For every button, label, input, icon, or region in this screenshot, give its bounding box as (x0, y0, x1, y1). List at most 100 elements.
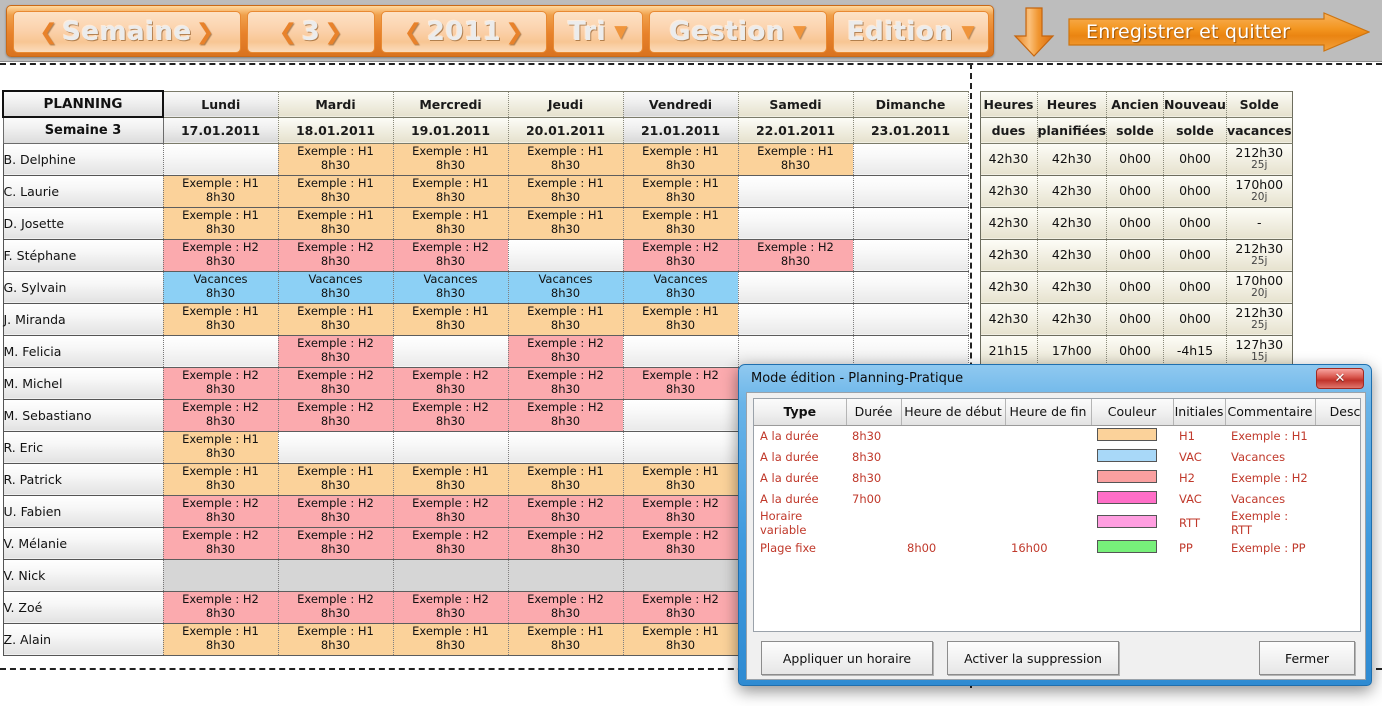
schedule-cell[interactable]: Exemple : H2 8h30 (738, 238, 854, 272)
schedule-cell[interactable]: Exemple : H1 8h30 (163, 206, 279, 240)
employee-name-cell[interactable]: V. Nick (2, 558, 164, 592)
employee-name-cell[interactable]: Z. Alain (2, 622, 164, 656)
schedule-cell[interactable]: Exemple : H1 8h30 (623, 462, 739, 496)
list-item[interactable]: Horaire variable RTT Exemple : RTT (754, 509, 1360, 537)
schedule-cell[interactable] (163, 142, 279, 176)
col-header-heure-fin[interactable]: Heure de fin (1005, 399, 1092, 426)
employee-name-cell[interactable]: V. Zoé (2, 590, 164, 624)
employee-name-cell[interactable]: B. Delphine (2, 142, 164, 176)
schedule-cell[interactable]: Exemple : H1 8h30 (163, 462, 279, 496)
schedule-cell[interactable]: Exemple : H2 8h30 (508, 334, 624, 368)
edit-mode-dialog[interactable]: Mode édition - Planning-Pratique ✕ Type … (738, 364, 1372, 686)
schedule-cell[interactable]: Exemple : H2 8h30 (508, 366, 624, 400)
schedule-cell[interactable] (738, 206, 854, 240)
prev-week-number-icon[interactable]: ❮ (279, 20, 298, 45)
schedule-cell[interactable]: Exemple : H2 8h30 (278, 590, 394, 624)
schedule-cell[interactable] (508, 558, 624, 592)
schedule-cell[interactable] (623, 334, 739, 368)
next-week-number-icon[interactable]: ❯ (324, 20, 343, 45)
schedule-cell[interactable] (623, 430, 739, 464)
employee-name-cell[interactable]: D. Josette (2, 206, 164, 240)
employee-name-cell[interactable]: F. Stéphane (2, 238, 164, 272)
schedule-cell[interactable]: Exemple : H1 8h30 (393, 206, 509, 240)
schedule-cell[interactable]: Exemple : H2 8h30 (623, 238, 739, 272)
schedule-cell[interactable]: Exemple : H1 8h30 (738, 142, 854, 176)
employee-name-cell[interactable]: C. Laurie (2, 174, 164, 208)
schedule-cell[interactable]: Vacances 8h30 (508, 270, 624, 304)
schedule-cell[interactable] (853, 174, 969, 208)
schedule-cell[interactable]: Exemple : H2 8h30 (508, 494, 624, 528)
schedule-cell[interactable] (163, 558, 279, 592)
schedule-cell[interactable] (738, 334, 854, 368)
next-year-icon[interactable]: ❯ (505, 20, 524, 45)
list-item[interactable]: A la durée 7h00 VAC Vacances (754, 488, 1360, 509)
schedule-cell[interactable]: Exemple : H2 8h30 (393, 590, 509, 624)
apply-schedule-button[interactable]: Appliquer un horaire (761, 641, 933, 675)
color-swatch[interactable] (1097, 469, 1157, 483)
schedule-cell[interactable]: Exemple : H2 8h30 (278, 334, 394, 368)
save-and-quit-button[interactable] (1068, 12, 1370, 52)
schedule-cell[interactable]: Exemple : H2 8h30 (393, 526, 509, 560)
schedule-cell[interactable] (393, 334, 509, 368)
schedule-cell[interactable]: Exemple : H2 8h30 (508, 398, 624, 432)
schedule-cell[interactable]: Exemple : H2 8h30 (163, 494, 279, 528)
schedule-cell[interactable]: Exemple : H1 8h30 (393, 302, 509, 336)
col-header-description[interactable]: Description (1315, 399, 1360, 426)
week-number-stepper[interactable]: ❮ 3 ❯ (247, 11, 375, 53)
schedule-type-list[interactable]: Type Durée Heure de début Heure de fin C… (753, 398, 1361, 632)
schedule-cell[interactable]: Exemple : H1 8h30 (623, 174, 739, 208)
color-swatch[interactable] (1097, 427, 1157, 441)
schedule-cell[interactable]: Exemple : H1 8h30 (278, 174, 394, 208)
schedule-cell[interactable]: Exemple : H1 8h30 (393, 462, 509, 496)
color-swatch-cell[interactable] (1091, 446, 1173, 467)
schedule-cell[interactable] (853, 270, 969, 304)
schedule-cell[interactable]: Exemple : H1 8h30 (163, 430, 279, 464)
color-swatch[interactable] (1097, 515, 1157, 528)
schedule-cell[interactable]: Exemple : H1 8h30 (623, 302, 739, 336)
year-stepper[interactable]: ❮ 2011 ❯ (381, 11, 547, 53)
schedule-cell[interactable] (738, 302, 854, 336)
list-item[interactable]: A la durée 8h30 H2 Exemple : H2 (754, 467, 1360, 488)
schedule-cell[interactable]: Vacances 8h30 (163, 270, 279, 304)
schedule-cell[interactable]: Exemple : H1 8h30 (508, 302, 624, 336)
color-swatch-cell[interactable] (1091, 488, 1173, 509)
schedule-cell[interactable]: Vacances 8h30 (623, 270, 739, 304)
employee-name-cell[interactable]: M. Michel (2, 366, 164, 400)
schedule-cell[interactable]: Exemple : H2 8h30 (623, 590, 739, 624)
close-icon[interactable]: ✕ (1316, 368, 1364, 389)
col-header-duree[interactable]: Durée (846, 399, 902, 426)
schedule-cell[interactable] (738, 174, 854, 208)
schedule-cell[interactable] (853, 302, 969, 336)
schedule-cell[interactable]: Exemple : H2 8h30 (163, 398, 279, 432)
schedule-cell[interactable]: Vacances 8h30 (393, 270, 509, 304)
list-item[interactable]: A la durée 8h30 VAC Vacances (754, 446, 1360, 467)
list-item[interactable]: Plage fixe 8h00 16h00 PP Exemple : PP (754, 537, 1360, 558)
schedule-cell[interactable]: Exemple : H1 8h30 (508, 206, 624, 240)
schedule-cell[interactable] (393, 558, 509, 592)
prev-week-icon[interactable]: ❮ (39, 20, 58, 45)
schedule-cell[interactable] (393, 430, 509, 464)
employee-name-cell[interactable]: R. Eric (2, 430, 164, 464)
schedule-cell[interactable] (163, 334, 279, 368)
close-dialog-button[interactable]: Fermer (1259, 641, 1355, 675)
manage-menu-button[interactable]: Gestion ▼ (649, 11, 827, 53)
schedule-cell[interactable]: Exemple : H2 8h30 (163, 590, 279, 624)
col-header-couleur[interactable]: Couleur (1091, 399, 1174, 426)
schedule-cell[interactable] (853, 142, 969, 176)
col-header-type[interactable]: Type (754, 399, 847, 426)
schedule-cell[interactable]: Exemple : H1 8h30 (508, 174, 624, 208)
color-swatch[interactable] (1097, 539, 1157, 553)
week-nav-button[interactable]: ❮ Semaine ❯ (13, 11, 241, 53)
schedule-cell[interactable]: Exemple : H2 8h30 (278, 526, 394, 560)
enable-delete-button[interactable]: Activer la suppression (947, 641, 1119, 675)
prev-year-icon[interactable]: ❮ (404, 20, 423, 45)
schedule-cell[interactable]: Exemple : H1 8h30 (508, 142, 624, 176)
schedule-cell[interactable]: Exemple : H1 8h30 (393, 174, 509, 208)
schedule-cell[interactable]: Exemple : H1 8h30 (623, 142, 739, 176)
schedule-cell[interactable]: Exemple : H2 8h30 (278, 398, 394, 432)
schedule-cell[interactable] (853, 334, 969, 368)
schedule-cell[interactable]: Exemple : H2 8h30 (393, 238, 509, 272)
schedule-cell[interactable] (738, 270, 854, 304)
employee-name-cell[interactable]: V. Mélanie (2, 526, 164, 560)
col-header-commentaire[interactable]: Commentaire (1225, 399, 1316, 426)
